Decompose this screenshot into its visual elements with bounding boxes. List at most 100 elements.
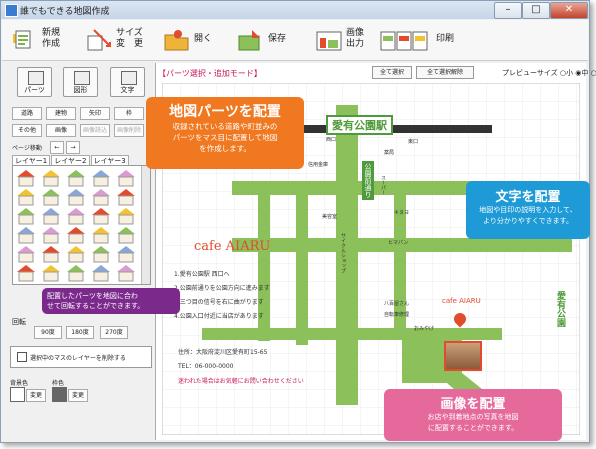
street-name-label[interactable]: 公園前通り	[362, 161, 374, 200]
shape-icon	[74, 71, 90, 85]
palette-part-icon[interactable]	[92, 265, 110, 282]
address-label[interactable]: 住所：大阪府淀川区愛有町15-65	[178, 347, 267, 356]
pharmacy-label[interactable]: 薬局	[384, 149, 394, 156]
park-label[interactable]: 愛有公園	[554, 291, 567, 327]
note-label[interactable]: 迷われた場合はお気軽にお問い合わせください	[178, 376, 304, 385]
palette-part-icon[interactable]	[42, 189, 60, 206]
palette-part-icon[interactable]	[17, 208, 35, 225]
palette-part-icon[interactable]	[17, 189, 35, 206]
palette-part-icon[interactable]	[67, 265, 85, 282]
text-callout-line-2: より分かりやすくできます。	[483, 217, 573, 225]
parts-palette[interactable]	[12, 165, 151, 285]
save-button[interactable]: 保存	[238, 24, 292, 56]
palette-part-icon[interactable]	[42, 265, 60, 282]
category-frame[interactable]: 枠	[114, 107, 144, 120]
palette-scrollbar[interactable]	[141, 166, 150, 284]
bg-color-change-button[interactable]: 変更	[26, 389, 46, 402]
category-arrow[interactable]: 矢印	[80, 107, 110, 120]
palette-part-icon[interactable]	[17, 265, 35, 282]
bank-label[interactable]: 信用金庫	[308, 161, 328, 168]
palette-part-icon[interactable]	[92, 246, 110, 263]
category-image[interactable]: 画像	[46, 124, 76, 137]
palette-part-icon[interactable]	[117, 265, 135, 282]
image-export-icon	[316, 31, 342, 51]
direction-step[interactable]: 3.三つ目の信号を右に曲がります	[174, 297, 264, 306]
west-exit-label[interactable]: 西口	[326, 136, 336, 143]
direction-step[interactable]: 2.公園前通りを公園方向に進みます	[174, 283, 270, 292]
palette-part-icon[interactable]	[17, 170, 35, 187]
rotate-180-button[interactable]: 180度	[66, 326, 94, 339]
palette-part-icon[interactable]	[117, 189, 135, 206]
close-button[interactable]: ✕	[550, 2, 588, 19]
east-exit-label[interactable]: 東口	[408, 138, 418, 145]
palette-part-icon[interactable]	[67, 208, 85, 225]
tel-label[interactable]: TEL：06-000-0000	[178, 361, 234, 370]
main-toolbar: 新規 作成 サイズ 変 更 開く 保存 画像 出力 印刷	[2, 20, 588, 61]
palette-part-icon[interactable]	[117, 246, 135, 263]
page-next-button[interactable]: →	[66, 141, 80, 154]
open-folder-icon	[164, 30, 189, 51]
rotate-270-button[interactable]: 270度	[100, 326, 128, 339]
palette-part-icon[interactable]	[67, 189, 85, 206]
rotate-90-button[interactable]: 90度	[34, 326, 62, 339]
station-label[interactable]: 愛有公園駅	[326, 115, 393, 135]
size-change-button[interactable]: サイズ 変 更	[86, 24, 150, 56]
cycle-shop-label[interactable]: サイクルショップ	[340, 233, 347, 273]
direction-step[interactable]: 1.愛有公園駅 西口へ	[174, 269, 230, 278]
cafe-title-label[interactable]: cafe AIARU	[194, 239, 270, 254]
bg-color-swatch[interactable]	[10, 387, 25, 402]
clear-layer-label: 選択中のマスのレイヤーを削除する	[30, 355, 126, 362]
maximize-button[interactable]: □	[522, 2, 550, 19]
category-road[interactable]: 道路	[12, 107, 42, 120]
print-button[interactable]: 印刷	[380, 24, 464, 56]
direction-step[interactable]: 4.公園入口付近に当店があります	[174, 311, 264, 320]
palette-part-icon[interactable]	[67, 170, 85, 187]
preview-size-label: プレビューサイズ	[502, 69, 558, 77]
clear-layer-button[interactable]: 選択中のマスのレイヤーを削除する	[10, 346, 152, 368]
shape-tab-button[interactable]: 図形	[63, 67, 98, 97]
palette-part-icon[interactable]	[92, 208, 110, 225]
palette-part-icon[interactable]	[67, 246, 85, 263]
grocer-label[interactable]: 八百屋さん	[384, 300, 409, 307]
palette-part-icon[interactable]	[17, 227, 35, 244]
category-other[interactable]: その他	[12, 124, 42, 137]
bakery-label[interactable]: ヒマパン	[388, 239, 408, 246]
preview-large-radio[interactable]: ○	[591, 69, 596, 77]
parts-tab-button[interactable]: パーツ	[17, 67, 52, 97]
palette-part-icon[interactable]	[42, 246, 60, 263]
frame-color-change-button[interactable]: 変更	[68, 389, 88, 402]
cafe-marker-label[interactable]: cafe AIARU	[442, 297, 481, 305]
open-button[interactable]: 開く	[164, 24, 218, 56]
deselect-all-button[interactable]: 全て選択解除	[416, 66, 474, 79]
image-export-button[interactable]: 画像 出力	[316, 24, 376, 56]
palette-part-icon[interactable]	[117, 170, 135, 187]
palette-part-icon[interactable]	[42, 208, 60, 225]
souvenir-label[interactable]: おみやげ	[414, 325, 434, 332]
palette-part-icon[interactable]	[117, 208, 135, 225]
select-all-button[interactable]: 全て選択	[372, 66, 412, 79]
category-building[interactable]: 建物	[46, 107, 76, 120]
image-load-button[interactable]: 画像読込	[80, 124, 110, 137]
tree-shop-label[interactable]: キヌヨ	[394, 209, 409, 216]
new-button[interactable]: 新規 作成	[12, 24, 74, 56]
supermarket-label[interactable]: スーパー	[380, 175, 387, 195]
salon-label[interactable]: 美容室	[322, 213, 337, 220]
clear-layer-checkbox[interactable]	[17, 352, 27, 362]
text-tab-button[interactable]: 文字	[110, 67, 145, 97]
minimize-button[interactable]: –	[494, 2, 522, 19]
palette-part-icon[interactable]	[42, 170, 60, 187]
palette-part-icon[interactable]	[92, 170, 110, 187]
frame-color-swatch[interactable]	[52, 387, 67, 402]
palette-part-icon[interactable]	[67, 227, 85, 244]
palette-part-icon[interactable]	[92, 227, 110, 244]
page-prev-button[interactable]: ←	[50, 141, 64, 154]
bg-color-label: 背景色	[10, 380, 29, 387]
shop-photo[interactable]	[444, 341, 482, 371]
palette-part-icon[interactable]	[17, 246, 35, 263]
palette-part-icon[interactable]	[42, 227, 60, 244]
palette-part-icon[interactable]	[92, 189, 110, 206]
palette-part-icon[interactable]	[117, 227, 135, 244]
image-delete-button[interactable]: 画像削除	[114, 124, 144, 137]
bike-repair-label[interactable]: 自転車修理	[384, 311, 409, 318]
frame-color-label: 枠色	[52, 380, 65, 387]
